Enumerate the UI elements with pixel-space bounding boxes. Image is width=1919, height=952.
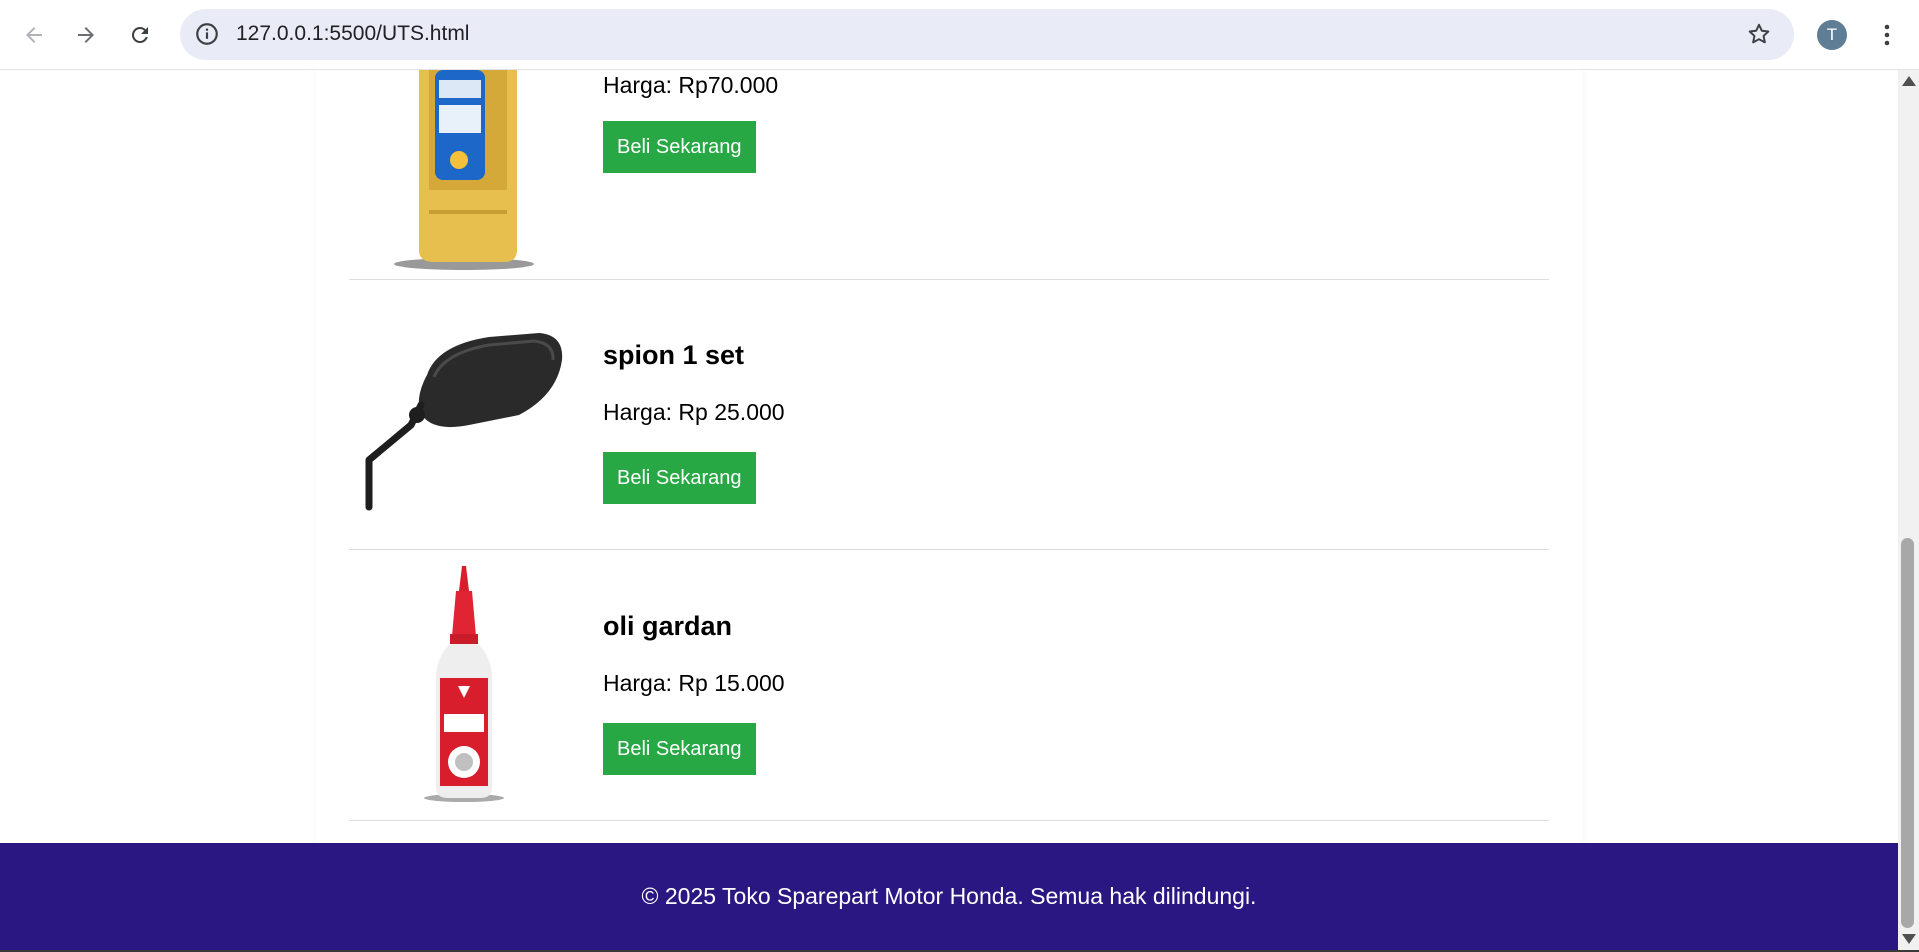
scroll-down-arrow-icon[interactable] — [1902, 934, 1916, 944]
url-text[interactable]: 127.0.0.1:5500/UTS.html — [236, 22, 469, 46]
motorcycle-mirror-image — [365, 333, 563, 511]
kebab-menu-icon[interactable] — [1874, 19, 1900, 51]
buy-now-button[interactable]: Beli Sekarang — [603, 452, 756, 504]
product-item: spion 1 set Harga: Rp 25.000 Beli Sekara… — [349, 280, 1549, 550]
profile-avatar[interactable]: T — [1817, 20, 1847, 50]
product-image — [349, 551, 579, 821]
scroll-up-arrow-icon[interactable] — [1902, 76, 1916, 86]
address-bar[interactable]: 127.0.0.1:5500/UTS.html — [180, 9, 1794, 60]
product-item: oli gardan Harga: Rp 15.000 Beli Sekaran… — [349, 551, 1549, 821]
engine-oil-bottle-image — [394, 70, 534, 270]
product-price: Harga: Rp 15.000 — [603, 670, 785, 696]
buy-now-button[interactable]: Beli Sekarang — [603, 723, 756, 775]
product-name: oli gardan — [603, 611, 733, 641]
back-button[interactable] — [12, 13, 56, 57]
star-icon[interactable] — [1746, 21, 1772, 47]
product-name: spion 1 set — [603, 340, 745, 370]
product-price: Harga: Rp70.000 — [603, 72, 779, 98]
product-image — [349, 70, 579, 280]
page-viewport: Harga: Rp70.000 Beli Sekarang spion 1 se… — [0, 70, 1898, 952]
info-icon[interactable] — [194, 21, 220, 47]
reload-icon — [131, 26, 148, 43]
product-image — [349, 280, 579, 550]
forward-button[interactable] — [64, 13, 108, 57]
gear-oil-bottle-image — [424, 566, 504, 802]
vertical-scrollbar[interactable] — [1898, 70, 1919, 950]
footer-copyright: © 2025 Toko Sparepart Motor Honda. Semua… — [641, 883, 1257, 909]
reload-button[interactable] — [118, 13, 162, 57]
site-footer: © 2025 Toko Sparepart Motor Honda. Semua… — [0, 843, 1898, 950]
scrollbar-thumb[interactable] — [1901, 538, 1914, 928]
buy-now-button[interactable]: Beli Sekarang — [603, 121, 756, 173]
browser-toolbar: 127.0.0.1:5500/UTS.html T — [0, 0, 1919, 70]
product-item: Harga: Rp70.000 Beli Sekarang — [349, 70, 1549, 280]
product-price: Harga: Rp 25.000 — [603, 399, 785, 425]
arrow-right-icon — [78, 27, 94, 43]
arrow-left-icon — [26, 27, 42, 43]
